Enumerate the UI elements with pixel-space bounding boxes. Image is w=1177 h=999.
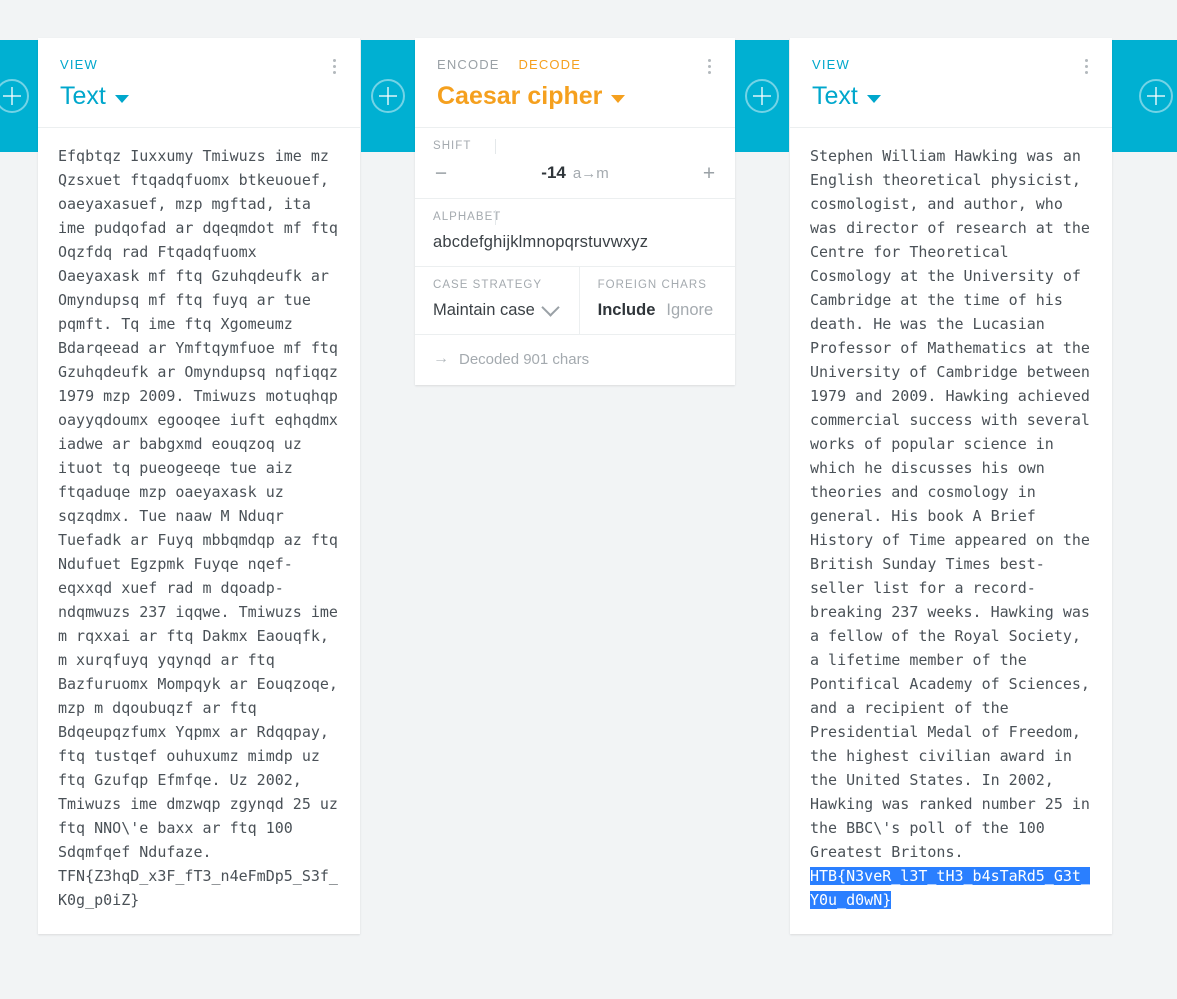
shift-stepper: − -14 a→m + xyxy=(433,163,717,184)
setting-row-case-foreign: CASE STRATEGY Maintain case FOREIGN CHAR… xyxy=(415,265,735,335)
alphabet-input[interactable]: abcdefghijklmnopqrstuvwxyz xyxy=(433,233,648,252)
selected-flag-text: HTB{N3veR_l3T_tH3_b4sTaRd5_G3t_Y0u_d0wN} xyxy=(810,867,1090,909)
setting-alphabet: ALPHABET abcdefghijklmnopqrstuvwxyz xyxy=(415,199,735,266)
add-brick-left-edge[interactable] xyxy=(0,40,42,152)
case-strategy-select[interactable]: Maintain case xyxy=(433,298,560,320)
plus-circle-icon xyxy=(1139,79,1173,113)
plaintext-output[interactable]: Stephen William Hawking was an English t… xyxy=(810,144,1092,912)
brick-title-selector[interactable]: Text xyxy=(60,84,129,109)
brick-encoder-caesar: ENCODE DECODE Caesar cipher SHIFT − -14 xyxy=(415,38,735,386)
kebab-menu-icon[interactable] xyxy=(701,59,717,77)
encoder-status-text: Decoded 901 chars xyxy=(459,350,590,368)
chevron-down-icon xyxy=(866,94,881,103)
foreign-chars-option-include[interactable]: Include xyxy=(598,301,656,320)
setting-row-shift: SHIFT − -14 a→m + xyxy=(415,127,735,198)
tab-encode[interactable]: ENCODE xyxy=(437,58,500,71)
brick-header: ENCODE DECODE Caesar cipher xyxy=(415,38,735,127)
chevron-down-icon xyxy=(611,94,626,103)
setting-foreign-chars-label: FOREIGN CHARS xyxy=(597,278,707,291)
kebab-menu-icon[interactable] xyxy=(1078,59,1094,77)
brick-type-label: VIEW xyxy=(60,57,98,72)
brick-header: VIEW Text xyxy=(38,38,360,127)
setting-row-alphabet: ALPHABET abcdefghijklmnopqrstuvwxyz xyxy=(415,197,735,266)
shift-value-group[interactable]: -14 a→m xyxy=(541,163,608,183)
add-brick-between-2[interactable] xyxy=(735,40,789,152)
chevron-down-icon xyxy=(541,298,560,318)
add-brick-between-1[interactable] xyxy=(361,40,415,152)
setting-shift: SHIFT − -14 a→m + xyxy=(415,128,735,198)
shift-mapping-hint: a→m xyxy=(572,165,609,183)
encoder-status-row: → Decoded 901 chars xyxy=(415,334,735,385)
setting-foreign-chars: FOREIGN CHARS Include Ignore xyxy=(578,266,735,335)
brick-viewer-output: VIEW Text Stephen William Hawking was an… xyxy=(790,38,1112,934)
case-strategy-value: Maintain case xyxy=(433,301,535,320)
brick-title-label: Text xyxy=(812,82,858,110)
brick-header: VIEW Text xyxy=(790,38,1112,127)
brick-title-selector[interactable]: Text xyxy=(812,84,881,109)
plus-circle-icon xyxy=(371,79,405,113)
setting-case-strategy: CASE STRATEGY Maintain case xyxy=(415,267,579,334)
kebab-menu-icon[interactable] xyxy=(326,59,342,77)
viewer-body: Stephen William Hawking was an English t… xyxy=(790,127,1112,934)
brick-type-label: VIEW xyxy=(812,57,850,72)
viewer-body: Efqbtqz Iuxxumy Tmiwuzs ime mz Qzsxuet f… xyxy=(38,127,360,934)
add-brick-right-edge[interactable] xyxy=(1111,40,1177,152)
shift-value: -14 xyxy=(541,163,566,183)
encode-decode-tabs: ENCODE DECODE xyxy=(437,58,713,71)
shift-increment-button[interactable]: + xyxy=(701,163,717,184)
plus-circle-icon xyxy=(745,79,779,113)
brick-title-label: Text xyxy=(60,82,106,110)
brick-title-selector[interactable]: Caesar cipher xyxy=(437,82,626,110)
brick-title-label: Caesar cipher xyxy=(437,82,603,110)
setting-case-strategy-label: CASE STRATEGY xyxy=(433,278,543,291)
plus-circle-icon xyxy=(0,79,29,113)
shift-decrement-button[interactable]: − xyxy=(433,163,449,184)
ciphertext-input[interactable]: Efqbtqz Iuxxumy Tmiwuzs ime mz Qzsxuet f… xyxy=(58,144,340,912)
brick-viewer-input: VIEW Text Efqbtqz Iuxxumy Tmiwuzs ime mz… xyxy=(38,38,360,934)
chevron-down-icon xyxy=(114,94,129,103)
arrow-right-icon: → xyxy=(433,350,449,368)
cipher-pipeline: VIEW Text Efqbtqz Iuxxumy Tmiwuzs ime mz… xyxy=(0,0,1177,999)
setting-alphabet-label: ALPHABET xyxy=(433,209,717,224)
setting-shift-label: SHIFT xyxy=(433,139,717,154)
foreign-chars-option-ignore[interactable]: Ignore xyxy=(666,301,713,320)
tab-decode[interactable]: DECODE xyxy=(518,58,581,71)
foreign-chars-toggle: Include Ignore xyxy=(598,301,714,320)
plaintext-body: Stephen William Hawking was an English t… xyxy=(810,147,1099,861)
